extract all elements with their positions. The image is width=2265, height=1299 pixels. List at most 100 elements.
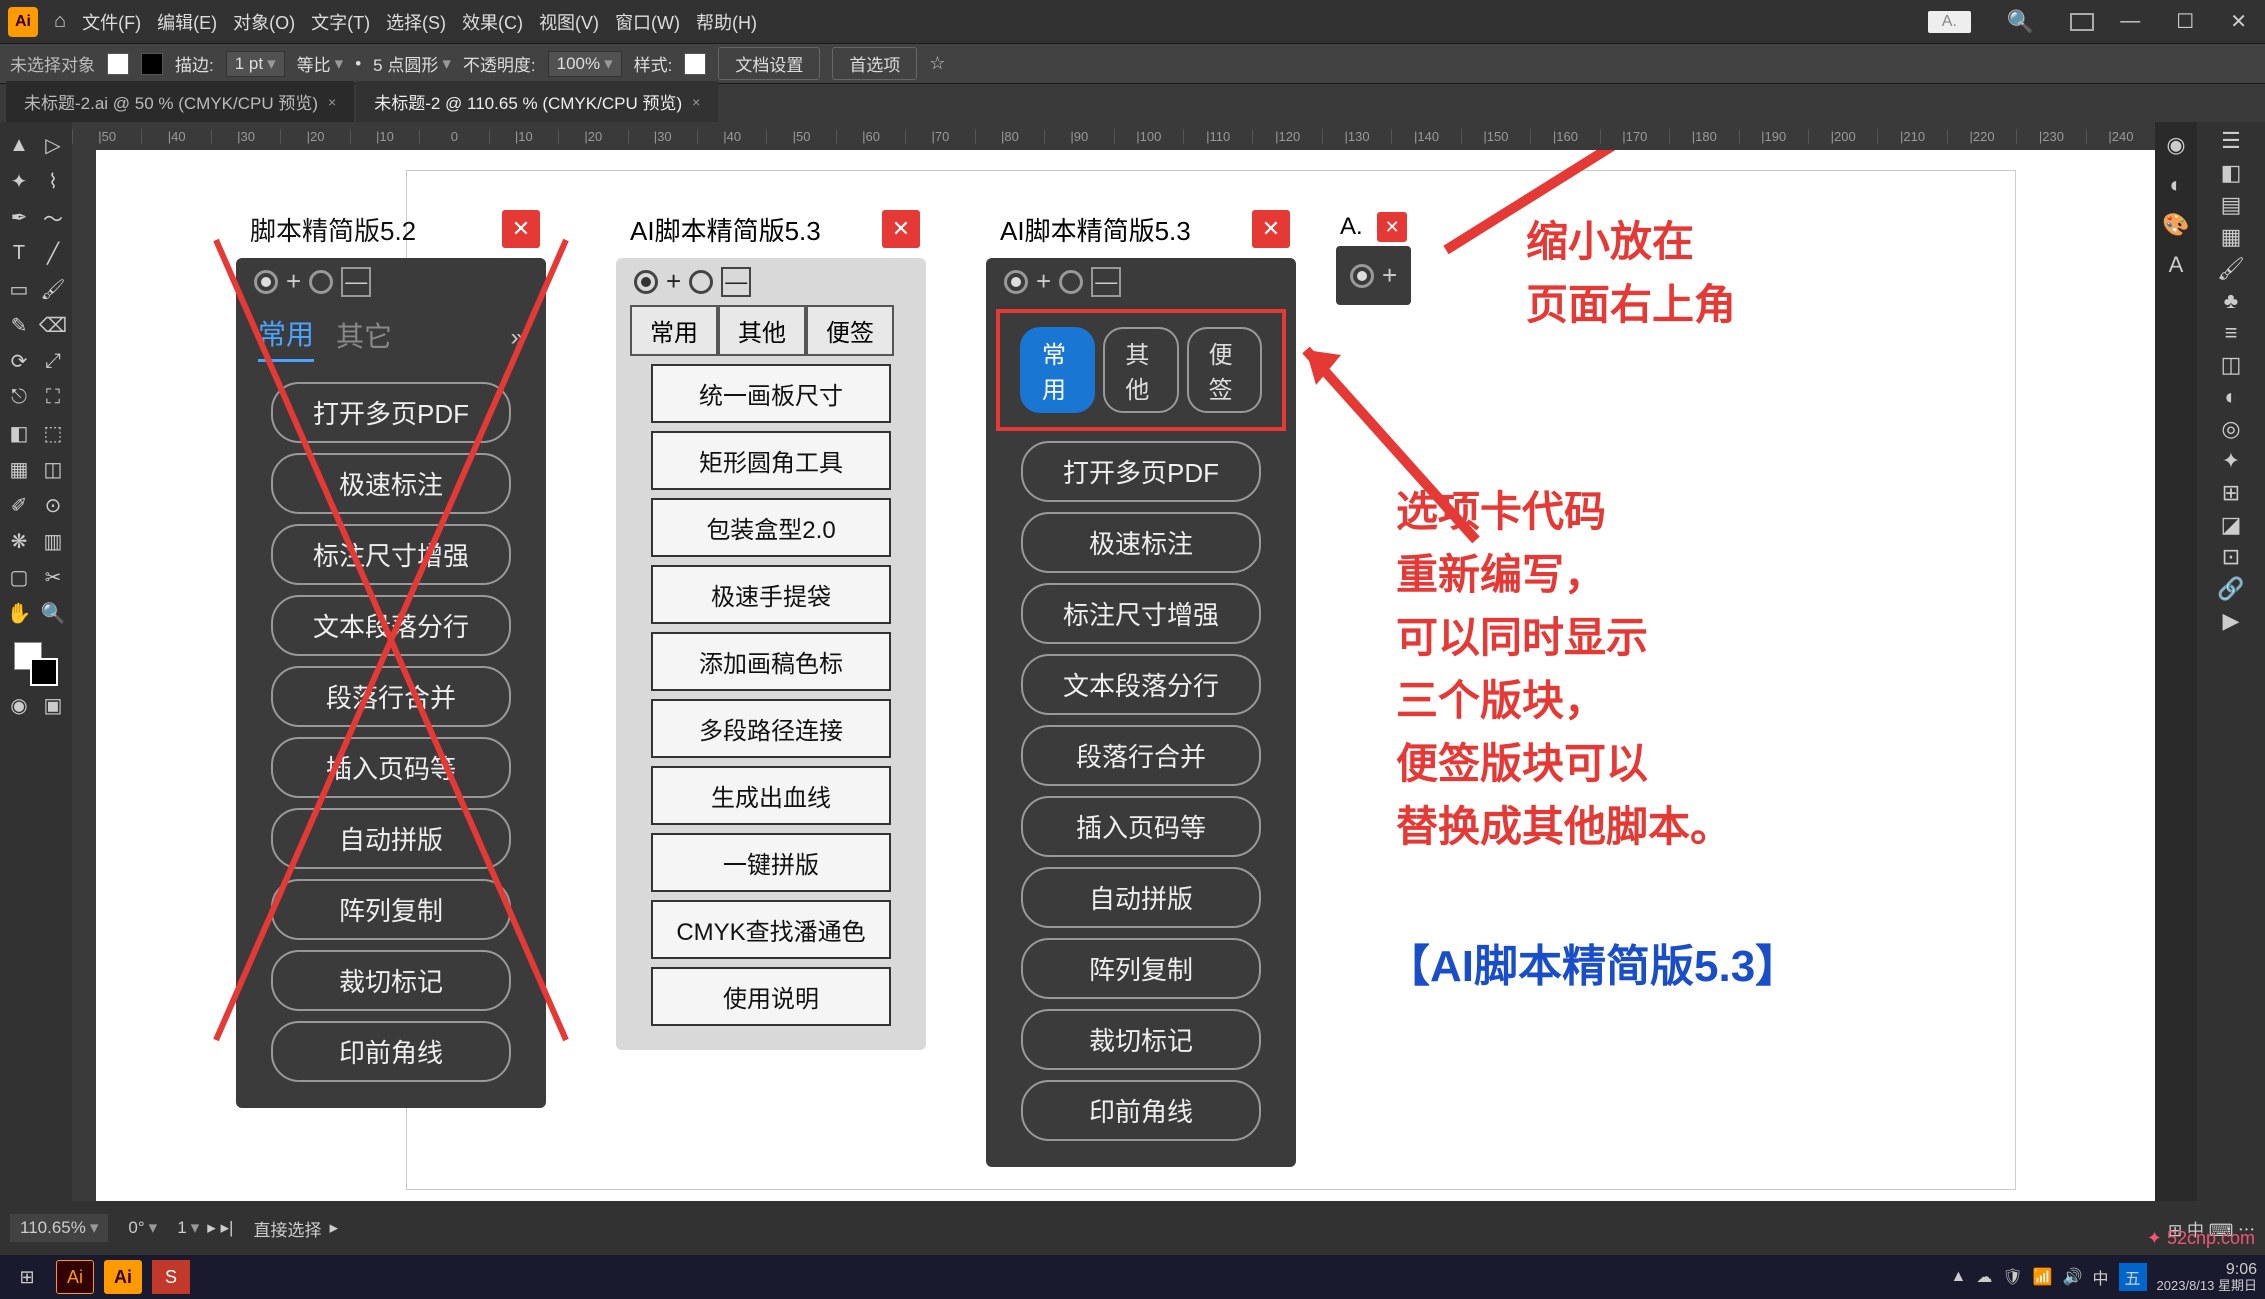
tray-network-icon[interactable]: 📶 xyxy=(2033,1267,2053,1287)
script-button[interactable]: 插入页码等 xyxy=(271,737,511,798)
uniform-dropdown[interactable]: 等比 xyxy=(297,51,344,76)
tab-notes[interactable]: 便签 xyxy=(806,305,894,356)
graph-tool[interactable]: ▥ xyxy=(36,524,70,558)
script-button[interactable]: 生成出血线 xyxy=(651,766,891,825)
transform-icon[interactable]: ⊡ xyxy=(2222,544,2240,570)
minimize-button[interactable]: — xyxy=(2110,10,2150,33)
pin-icon[interactable]: ☆ xyxy=(929,53,945,74)
free-transform[interactable]: ⛶ xyxy=(36,380,70,414)
brush-dropdown[interactable]: 5 点圆形 xyxy=(373,51,451,76)
script-button[interactable]: 文本段落分行 xyxy=(1021,654,1261,715)
stroke-icon[interactable]: ≡ xyxy=(2225,320,2238,346)
tray-icon[interactable]: ▲ xyxy=(1951,1268,1967,1286)
color-panel-icon[interactable]: ◉ xyxy=(2166,132,2185,158)
menu-type[interactable]: 文字(T) xyxy=(311,9,370,35)
line-tool[interactable]: ╱ xyxy=(36,236,70,270)
chevron-right-icon[interactable]: » xyxy=(511,324,524,352)
script-button[interactable]: 标注尺寸增强 xyxy=(1021,583,1261,644)
wand-tool[interactable]: ✦ xyxy=(2,164,36,198)
tray-ime-badge[interactable]: 五 xyxy=(2119,1263,2147,1291)
blend-tool[interactable]: ⊙ xyxy=(36,488,70,522)
stroke-weight-input[interactable]: 1 pt xyxy=(226,51,285,77)
script-button[interactable]: 段落行合并 xyxy=(271,666,511,727)
graphic-styles-icon[interactable]: ✦ xyxy=(2222,448,2240,474)
fill-stroke-control[interactable] xyxy=(14,642,58,686)
opacity-input[interactable]: 100% xyxy=(548,51,622,77)
selection-tool[interactable]: ▲ xyxy=(2,128,36,162)
script-button[interactable]: 使用说明 xyxy=(651,967,891,1026)
radio-on[interactable] xyxy=(634,270,658,294)
script-button[interactable]: 裁切标记 xyxy=(1021,1009,1261,1070)
properties-icon[interactable]: ☰ xyxy=(2221,128,2241,154)
artboard-nav[interactable]: 1 xyxy=(177,1218,199,1238)
shape-builder[interactable]: ◧ xyxy=(2,416,36,450)
script-button[interactable]: 文本段落分行 xyxy=(271,595,511,656)
color-guide-icon[interactable]: ◐ xyxy=(2169,172,2182,198)
close-button[interactable]: ✕ xyxy=(2220,9,2257,34)
script-button[interactable]: 多段路径连接 xyxy=(651,699,891,758)
symbols-icon[interactable]: ♣ xyxy=(2224,288,2238,314)
clock[interactable]: 9:06 2023/8/13 星期日 xyxy=(2157,1261,2257,1293)
start-button[interactable]: ⊞ xyxy=(8,1260,46,1294)
tray-icon[interactable]: 🛡 xyxy=(2002,1267,2022,1287)
char-panel-icon[interactable]: A xyxy=(2169,252,2184,278)
scale-tool[interactable]: ⤢ xyxy=(36,344,70,378)
script-button[interactable]: 印前角线 xyxy=(271,1021,511,1082)
close-icon[interactable]: × xyxy=(328,94,336,110)
tray-volume-icon[interactable]: 🔊 xyxy=(2063,1267,2083,1287)
symbol-spray[interactable]: ❋ xyxy=(2,524,36,558)
rect-tool[interactable]: ▭ xyxy=(2,272,36,306)
script-button[interactable]: 标注尺寸增强 xyxy=(271,524,511,585)
pathfinder-icon[interactable]: ◪ xyxy=(2221,512,2242,538)
taskbar-ai-1[interactable]: Ai xyxy=(56,1260,94,1294)
menu-file[interactable]: 文件(F) xyxy=(82,9,141,35)
radio-on[interactable] xyxy=(1350,264,1374,288)
zoom-input[interactable]: 110.65% xyxy=(10,1214,108,1242)
close-icon[interactable]: × xyxy=(692,94,700,110)
slice-tool[interactable]: ✂ xyxy=(36,560,70,594)
radio-off[interactable] xyxy=(309,270,333,294)
script-button[interactable]: 印前角线 xyxy=(1021,1080,1261,1141)
tab-other[interactable]: 其它 xyxy=(336,315,392,361)
arrange-icon[interactable] xyxy=(2070,13,2094,31)
script-button[interactable]: CMYK查找潘通色 xyxy=(651,900,891,959)
mesh-tool[interactable]: ▦ xyxy=(2,452,36,486)
doc-setup-button[interactable]: 文档设置 xyxy=(718,47,820,80)
script-button[interactable]: 矩形圆角工具 xyxy=(651,431,891,490)
gradient-icon[interactable]: ◫ xyxy=(2221,352,2242,378)
brush-tool[interactable]: 🖌 xyxy=(36,272,70,306)
close-icon[interactable]: ✕ xyxy=(502,210,540,248)
tab-common[interactable]: 常用 xyxy=(1020,327,1095,413)
tab-notes[interactable]: 便签 xyxy=(1187,327,1262,413)
radio-on[interactable] xyxy=(254,270,278,294)
doc-tab-2[interactable]: 未标题-2 @ 110.65 % (CMYK/CPU 预览)× xyxy=(356,81,718,122)
link-icon[interactable]: 🔗 xyxy=(2217,576,2244,602)
eraser-tool[interactable]: ⌫ xyxy=(36,308,70,342)
fill-swatch[interactable] xyxy=(107,53,129,75)
layers-icon[interactable]: ◧ xyxy=(2221,160,2242,186)
close-icon[interactable]: ✕ xyxy=(1377,212,1407,242)
color-mode[interactable]: ◉ xyxy=(2,688,36,722)
menu-view[interactable]: 视图(V) xyxy=(539,9,599,35)
search-icon[interactable]: 🔍 xyxy=(2007,9,2034,35)
script-button[interactable]: 包装盒型2.0 xyxy=(651,498,891,557)
stroke-swatch[interactable] xyxy=(141,53,163,75)
script-button[interactable]: 打开多页PDF xyxy=(271,382,511,443)
script-button[interactable]: 阵列复制 xyxy=(271,879,511,940)
close-icon[interactable]: ✕ xyxy=(1252,210,1290,248)
minus-button[interactable]: — xyxy=(341,267,371,297)
direct-select-tool[interactable]: ▷ xyxy=(36,128,70,162)
radio-off[interactable] xyxy=(1059,270,1083,294)
script-button[interactable]: 插入页码等 xyxy=(1021,796,1261,857)
type-tool[interactable]: T xyxy=(2,236,36,270)
recolor-icon[interactable]: 🎨 xyxy=(2162,212,2189,238)
menu-edit[interactable]: 编辑(E) xyxy=(157,9,217,35)
tab-common[interactable]: 常用 xyxy=(258,313,314,362)
curvature-tool[interactable]: 〜 xyxy=(36,200,70,234)
radio-off[interactable] xyxy=(689,270,713,294)
shaper-tool[interactable]: ✎ xyxy=(2,308,36,342)
brushes-icon[interactable]: 🖌 xyxy=(2217,256,2245,282)
menu-select[interactable]: 选择(S) xyxy=(386,9,446,35)
menu-help[interactable]: 帮助(H) xyxy=(696,9,757,35)
minus-button[interactable]: — xyxy=(1091,267,1121,297)
